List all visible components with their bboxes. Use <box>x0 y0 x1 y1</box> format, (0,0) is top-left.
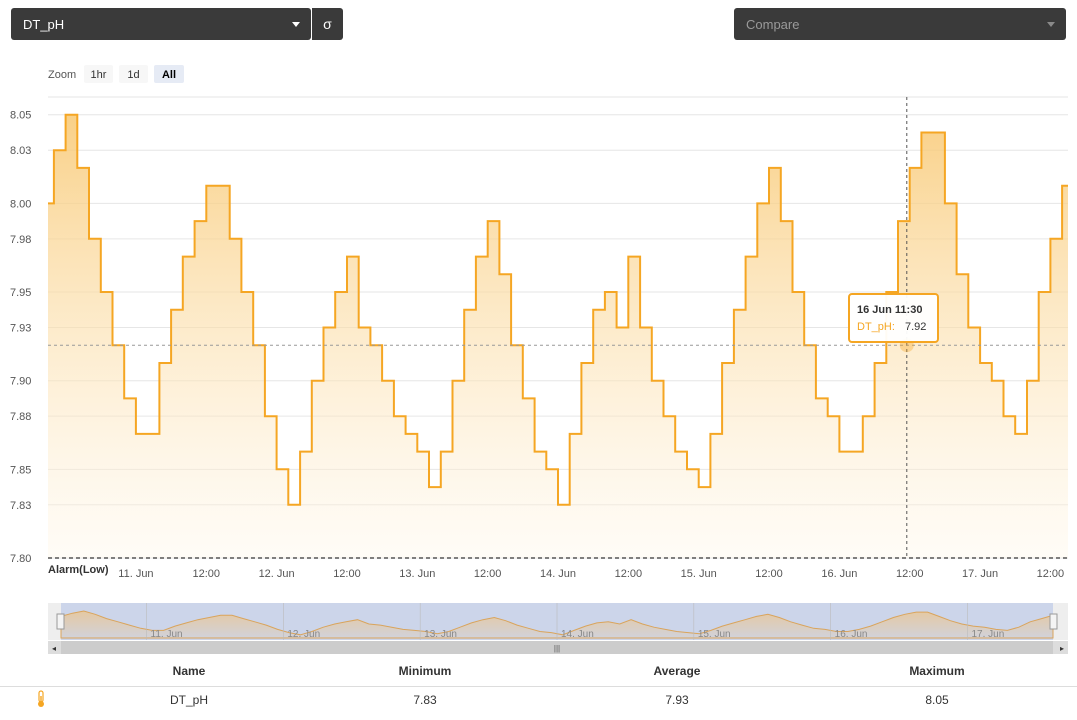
navigator-handle-right[interactable] <box>1049 613 1058 630</box>
tooltip-date: 16 Jun 11:30 <box>857 304 922 316</box>
chevron-down-icon <box>292 22 300 27</box>
sigma-button[interactable]: σ <box>312 8 343 40</box>
zoom-label: Zoom <box>48 69 76 81</box>
alarm-low-label: Alarm(Low) <box>48 564 109 576</box>
x-tick-label: 12:00 <box>1037 568 1065 580</box>
toolbar: DT_pH σ Compare <box>0 0 1077 52</box>
y-tick-label: 7.95 <box>10 287 31 299</box>
x-tick-label: 14. Jun <box>540 568 576 580</box>
stats-header-average: Average <box>653 664 701 678</box>
compare-select-placeholder: Compare <box>746 17 800 32</box>
y-tick-label: 7.90 <box>10 376 31 388</box>
stats-header-maximum: Maximum <box>909 664 965 678</box>
stats-average: 7.93 <box>665 693 689 707</box>
ph-chart: Zoom 1hr 1d All 7.80 7.83 7.85 7.88 7.90 7.93… <box>10 65 1068 654</box>
stats-minimum: 7.83 <box>413 693 437 707</box>
zoom-button-1d[interactable]: 1d <box>127 69 139 81</box>
x-tick-label: 12:00 <box>333 568 361 580</box>
x-tick-label: 12:00 <box>193 568 221 580</box>
stats-name: DT_pH <box>169 693 208 707</box>
tooltip: 16 Jun 11:30 DT_pH: 7.92 <box>848 293 939 343</box>
y-tick-label: 8.05 <box>10 110 31 122</box>
y-tick-label: 7.85 <box>10 464 31 476</box>
x-tick-label: 12:00 <box>755 568 783 580</box>
zoom-controls: Zoom 1hr 1d All <box>48 65 184 83</box>
navigator-label: 15. Jun <box>698 629 731 640</box>
stats-header-name: Name <box>172 664 206 678</box>
navigator[interactable]: 11. Jun 12. Jun 13. Jun 14. Jun 15. Jun 16. J… <box>48 603 1068 654</box>
navigator-label: 11. Jun <box>151 629 183 640</box>
x-tick-label: 17. Jun <box>962 568 998 580</box>
stats-header-row: Name Minimum Average Maximum <box>0 658 1077 684</box>
y-tick-label: 7.80 <box>10 553 31 565</box>
stats-row: DT_pH 7.83 7.93 8.05 <box>0 686 1077 713</box>
y-tick-label: 7.93 <box>10 323 31 335</box>
x-tick-label: 16. Jun <box>821 568 857 580</box>
stats-header-minimum: Minimum <box>398 664 452 678</box>
tooltip-series: DT_pH: <box>857 321 895 333</box>
y-tick-label: 7.88 <box>10 411 31 423</box>
x-tick-label: 12. Jun <box>259 568 295 580</box>
zoom-button-1hr[interactable]: 1hr <box>91 69 107 81</box>
tooltip-box <box>848 293 939 343</box>
y-tick-label: 7.98 <box>10 234 31 246</box>
navigator-label: 14. Jun <box>561 629 594 640</box>
y-axis-labels: 7.80 7.83 7.85 7.88 7.90 7.93 7.95 7.98 8.00 8.03… <box>10 110 31 565</box>
navigator-label: 16. Jun <box>835 629 868 640</box>
x-tick-label: 12:00 <box>615 568 643 580</box>
tooltip-value: 7.92 <box>905 321 926 333</box>
stats-maximum: 8.05 <box>925 693 949 707</box>
x-tick-label: 11. Jun <box>118 568 153 580</box>
zoom-button-all[interactable]: All <box>162 69 176 81</box>
navigator-label: 12. Jun <box>287 629 320 640</box>
chevron-down-icon <box>1047 22 1055 27</box>
y-tick-label: 8.00 <box>10 198 31 210</box>
navigator-handle-left[interactable] <box>56 613 65 630</box>
y-tick-label: 7.83 <box>10 500 31 512</box>
navigator-label: 13. Jun <box>424 629 457 640</box>
sensor-select[interactable]: DT_pH <box>11 8 311 40</box>
sensor-select-value: DT_pH <box>23 17 65 32</box>
x-tick-label: 15. Jun <box>681 568 717 580</box>
x-tick-label: 13. Jun <box>399 568 435 580</box>
stats-table: Name Minimum Average Maximum DT_pH 7.83 … <box>0 658 1077 720</box>
navigator-label: 17. Jun <box>971 629 1004 640</box>
scrollbar-grip-icon[interactable]: ||| <box>554 644 560 653</box>
x-tick-label: 12:00 <box>896 568 924 580</box>
scroll-left-icon[interactable]: ◂ <box>52 644 56 653</box>
x-tick-label: 12:00 <box>474 568 502 580</box>
compare-select[interactable]: Compare <box>734 8 1066 40</box>
x-axis-labels: 11. Jun 12:00 12. Jun 12:00 13. Jun 12:00 14. … <box>118 568 1064 580</box>
y-tick-label: 8.03 <box>10 145 31 157</box>
thermometer-icon <box>38 690 44 707</box>
scroll-right-icon[interactable]: ▸ <box>1060 644 1064 653</box>
